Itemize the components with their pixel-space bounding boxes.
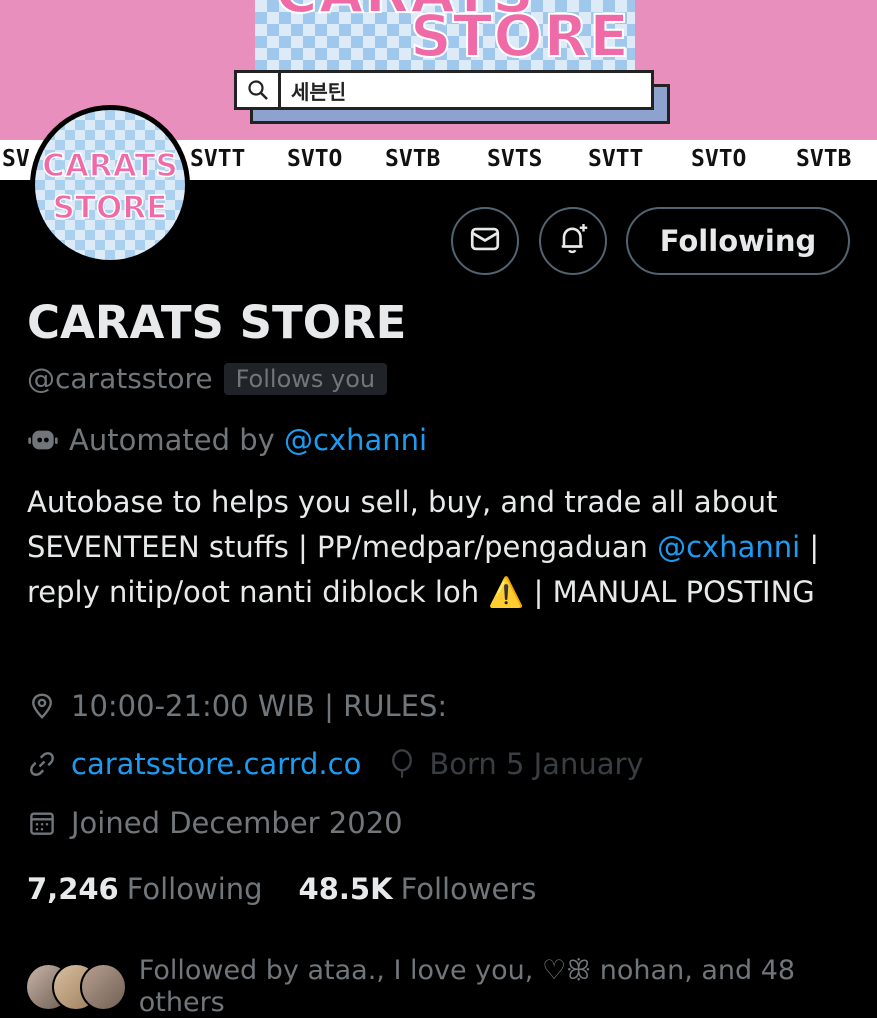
joined-row: Joined December 2020	[27, 806, 403, 840]
followed-by-text: Followed by ataa., I love you, ♡ꕥ nohan,…	[138, 955, 796, 1018]
following-label: Following	[126, 872, 263, 906]
ticker-item: SVTT	[190, 146, 246, 172]
location-pin-icon	[27, 691, 57, 721]
followers-count: 48.5K	[298, 872, 393, 906]
automated-by-link[interactable]: @cxhanni	[284, 423, 427, 457]
location-row: 10:00-21:00 WIB | RULES:	[27, 689, 447, 723]
ticker-item: SVTO	[287, 146, 343, 172]
joined-text: Joined December 2020	[71, 806, 403, 840]
automated-prefix: Automated by	[69, 423, 275, 457]
profile-url-link[interactable]: caratsstore.carrd.co	[71, 747, 361, 781]
link-icon	[27, 749, 57, 779]
handle-row: @caratsstore Follows you	[27, 362, 388, 395]
envelope-icon	[468, 222, 502, 260]
automated-row: Automated by @cxhanni	[27, 423, 427, 457]
banner-search-text: 세븐틴	[291, 79, 347, 104]
followers-stat[interactable]: 48.5K Followers	[299, 872, 537, 906]
followed-by-row[interactable]: Followed by ataa., I love you, ♡ꕥ nohan,…	[25, 955, 877, 1018]
avatar	[79, 962, 127, 1011]
ticker-item: SVTT	[588, 146, 644, 172]
balloon-icon	[389, 749, 415, 779]
url-row: caratsstore.carrd.co Born 5 January	[27, 747, 644, 781]
avatar-text-line2: STORE	[52, 189, 168, 227]
profile-bio: Autobase to helps you sell, buy, and tra…	[27, 480, 857, 615]
follow-stats: 7,246 Following 48.5K Followers	[27, 872, 536, 906]
notifications-button[interactable]	[539, 207, 607, 275]
avatar-text-line1: CARATS	[41, 147, 178, 185]
ticker-item: SVTB	[796, 146, 852, 172]
profile-handle: @caratsstore	[27, 362, 213, 395]
bio-mention-link[interactable]: @cxhanni	[657, 530, 800, 564]
following-count: 7,246	[27, 872, 119, 906]
profile-name: CARATS STORE	[27, 296, 407, 349]
ticker-item: SVTO	[691, 146, 747, 172]
message-button[interactable]	[451, 207, 519, 275]
ticker-item: SVTB	[385, 146, 441, 172]
calendar-icon	[27, 808, 57, 838]
banner-word: STORE	[409, 2, 630, 70]
follows-you-badge: Follows you	[223, 362, 388, 395]
following-button[interactable]: Following	[626, 207, 850, 275]
followers-label: Followers	[400, 872, 537, 906]
location-text: 10:00-21:00 WIB | RULES:	[71, 689, 448, 723]
banner-search-box: 세븐틴	[234, 70, 654, 110]
bell-plus-icon	[555, 221, 591, 261]
robot-icon	[27, 425, 59, 455]
ticker-item: SVTS	[487, 146, 543, 172]
birthday-text: Born 5 January	[429, 747, 644, 781]
following-stat[interactable]: 7,246 Following	[27, 872, 263, 906]
birthday-item: Born 5 January	[389, 747, 644, 781]
search-icon	[237, 73, 281, 107]
profile-avatar[interactable]: CARATS STORE	[30, 105, 190, 265]
ticker-item: SV	[2, 146, 30, 172]
